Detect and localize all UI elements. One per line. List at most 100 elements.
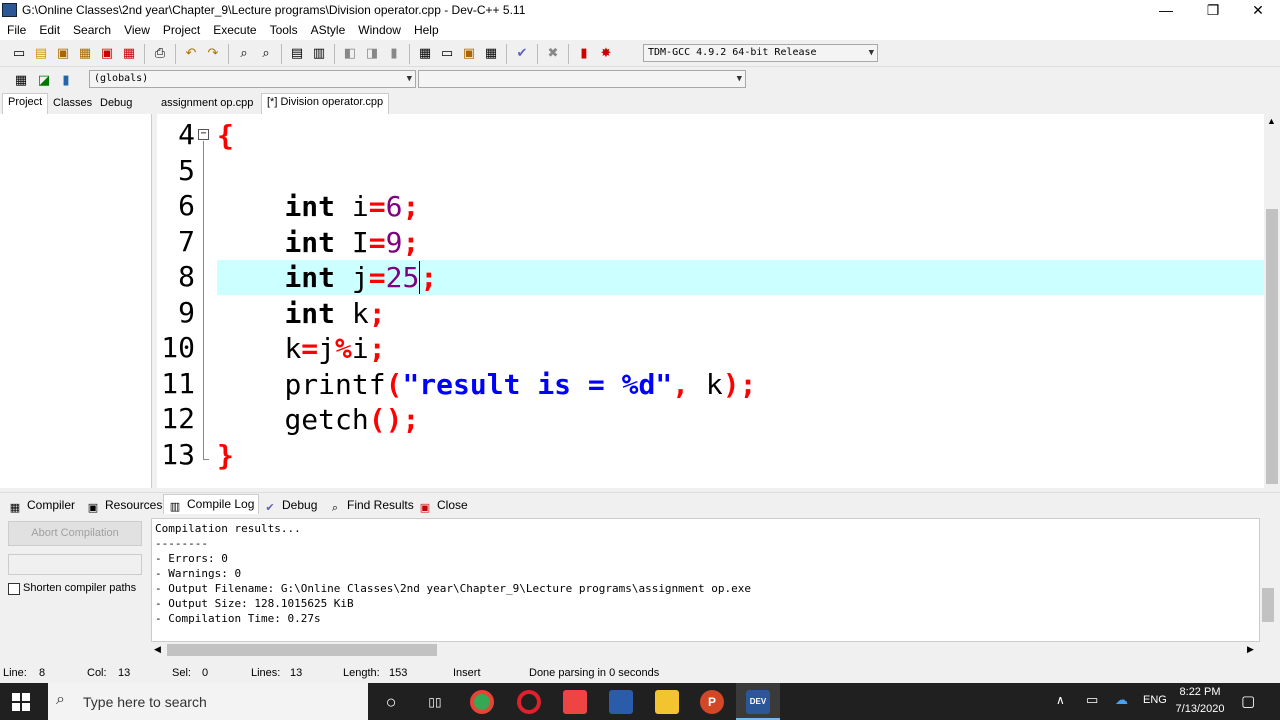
run-icon[interactable]: ▭ xyxy=(437,43,457,63)
tab-resources[interactable]: ▣ Resources xyxy=(82,496,166,516)
snipping-tool-icon[interactable] xyxy=(609,690,633,714)
tab-project[interactable]: Project xyxy=(2,93,49,114)
maximize-button[interactable]: ❐ xyxy=(1190,0,1236,21)
title-bar: G:\Online Classes\2nd year\Chapter_9\Lec… xyxy=(0,0,1280,21)
indent-icon[interactable]: ◨ xyxy=(362,43,382,63)
menu-view[interactable]: View xyxy=(117,21,156,37)
tab-compiler[interactable]: ▦ Compiler xyxy=(4,496,79,516)
menu-tools[interactable]: Tools xyxy=(263,21,304,37)
devcpp-taskbar-icon: DEV xyxy=(746,690,770,714)
menu-search[interactable]: Search xyxy=(66,21,117,37)
fold-collapse-icon[interactable]: − xyxy=(198,129,209,140)
log-vertical-scrollbar[interactable] xyxy=(1260,518,1276,642)
tab-debug[interactable]: Debug xyxy=(95,95,137,114)
open-file-icon[interactable]: ▤ xyxy=(31,43,51,63)
line-number: 7 xyxy=(178,225,195,258)
chrome-icon[interactable] xyxy=(470,690,494,714)
scroll-left-icon[interactable]: ◀ xyxy=(154,644,161,655)
insert-icon[interactable]: ▦ xyxy=(11,70,31,90)
paint-app-icon[interactable] xyxy=(563,690,587,714)
rebuild-icon[interactable]: ▦ xyxy=(481,43,501,63)
language-indicator[interactable]: ENG xyxy=(1143,694,1167,706)
abort-compilation-button[interactable]: Abort Compilation xyxy=(8,521,142,546)
close-window-button[interactable]: ✕ xyxy=(1235,0,1280,21)
scroll-up-icon[interactable]: ▲ xyxy=(1267,116,1276,126)
tab-classes[interactable]: Classes xyxy=(48,95,97,114)
symbols-select[interactable]: ▼ xyxy=(418,70,746,88)
windows-start-icon[interactable] xyxy=(12,693,30,711)
print-icon[interactable]: ⎙ xyxy=(150,43,170,63)
unindent-icon[interactable]: ◧ xyxy=(340,43,360,63)
goto-definition-icon[interactable]: ▮ xyxy=(56,70,76,90)
opera-icon[interactable] xyxy=(517,690,541,714)
undo-icon[interactable]: ↶ xyxy=(181,43,201,63)
status-sel-label: Sel: xyxy=(172,667,191,679)
status-line-label: Line: xyxy=(3,667,27,679)
toggle-comment-icon[interactable]: ▮ xyxy=(384,43,404,63)
tab-close[interactable]: ▣ Close xyxy=(414,496,472,516)
goto-declaration-icon[interactable]: ◪ xyxy=(34,70,54,90)
shorten-paths-checkbox[interactable] xyxy=(8,583,20,595)
cortana-icon[interactable]: ○ xyxy=(379,690,403,714)
scroll-thumb[interactable] xyxy=(1262,588,1274,622)
file-explorer-icon[interactable] xyxy=(655,690,679,714)
clock-time[interactable]: 8:22 PM xyxy=(1175,686,1225,698)
menu-project[interactable]: Project xyxy=(156,21,206,37)
save-all-icon[interactable]: ▦ xyxy=(75,43,95,63)
tab-debug-bottom[interactable]: ✔ Debug xyxy=(259,496,321,516)
scroll-thumb[interactable] xyxy=(167,644,437,656)
goto-line-icon[interactable]: ▤ xyxy=(287,43,307,63)
toolbar-separator xyxy=(144,44,145,64)
taskbar-search-box[interactable]: ⌕ Type here to search xyxy=(48,683,368,720)
status-sel-value: 0 xyxy=(202,667,209,679)
menu-help[interactable]: Help xyxy=(407,21,445,37)
status-line-value: 8 xyxy=(39,667,46,679)
battery-icon[interactable]: ▭ xyxy=(1086,692,1098,708)
menu-execute[interactable]: Execute xyxy=(206,21,262,37)
minimize-button[interactable]: — xyxy=(1143,0,1189,21)
clock-date[interactable]: 7/13/2020 xyxy=(1175,703,1225,715)
syntax-check-icon[interactable]: ✔ xyxy=(512,43,532,63)
stop-execution-icon[interactable]: ✖ xyxy=(543,43,563,63)
code-editor[interactable]: 4 5 6 7 8 9 10 11 12 13 − { int i=6; int… xyxy=(157,114,1264,488)
menu-file[interactable]: File xyxy=(0,21,32,37)
compilation-log[interactable]: Compilation results... -------- - Errors… xyxy=(151,518,1260,642)
file-tab-division-operator[interactable]: [*] Division operator.cpp xyxy=(261,93,390,114)
close-file-icon[interactable]: ▣ xyxy=(97,43,117,63)
delete-profile-icon[interactable]: ✸ xyxy=(596,43,616,63)
close-all-icon[interactable]: ▦ xyxy=(119,43,139,63)
save-icon[interactable]: ▣ xyxy=(53,43,73,63)
tray-chevron-up-icon[interactable]: ∧ xyxy=(1056,693,1065,707)
replace-icon[interactable]: ⌕ xyxy=(256,43,276,63)
devcpp-taskbar-active[interactable]: DEV xyxy=(736,683,780,720)
find-icon[interactable]: ⌕ xyxy=(234,43,254,63)
code-line-13: } xyxy=(217,439,234,472)
bottom-panel-tabs: ▦ Compiler ▣ Resources ▥ Compile Log ✔ Debug… xyxy=(0,492,1280,516)
onedrive-icon[interactable]: ☁ xyxy=(1115,692,1128,708)
new-file-icon[interactable]: ▭ xyxy=(9,43,29,63)
tab-compile-log[interactable]: ▥ Compile Log xyxy=(163,494,260,514)
scroll-thumb[interactable] xyxy=(1266,209,1278,484)
menu-edit[interactable]: Edit xyxy=(32,21,66,37)
redo-icon[interactable]: ↷ xyxy=(203,43,223,63)
toolbar-separator xyxy=(409,44,410,64)
compile-icon[interactable]: ▦ xyxy=(415,43,435,63)
log-horizontal-scrollbar[interactable]: ◀ ▶ xyxy=(151,642,1260,658)
compile-run-icon[interactable]: ▣ xyxy=(459,43,479,63)
devcpp-app-icon xyxy=(2,3,17,17)
toolbar-separator xyxy=(506,44,507,64)
code-line-7: int I=9; xyxy=(284,226,420,259)
task-view-icon[interactable]: ▯▯ xyxy=(423,690,447,714)
profile-icon[interactable]: ▮ xyxy=(574,43,594,63)
scroll-right-icon[interactable]: ▶ xyxy=(1247,644,1254,655)
file-tab-assignment-op[interactable]: assignment op.cpp xyxy=(156,95,258,114)
menu-window[interactable]: Window xyxy=(351,21,407,37)
bookmark-icon[interactable]: ▥ xyxy=(309,43,329,63)
notification-icon[interactable]: ▢ xyxy=(1241,692,1255,710)
powerpoint-icon[interactable]: P xyxy=(700,690,724,714)
compiler-select[interactable]: TDM-GCC 4.9.2 64-bit Release ▼ xyxy=(643,44,878,62)
menu-astyle[interactable]: AStyle xyxy=(304,21,352,37)
tab-find-results[interactable]: ⌕ Find Results xyxy=(324,496,418,516)
editor-vertical-scrollbar[interactable]: ▲ xyxy=(1264,114,1280,488)
globals-select[interactable]: (globals) ▼ xyxy=(89,70,416,88)
